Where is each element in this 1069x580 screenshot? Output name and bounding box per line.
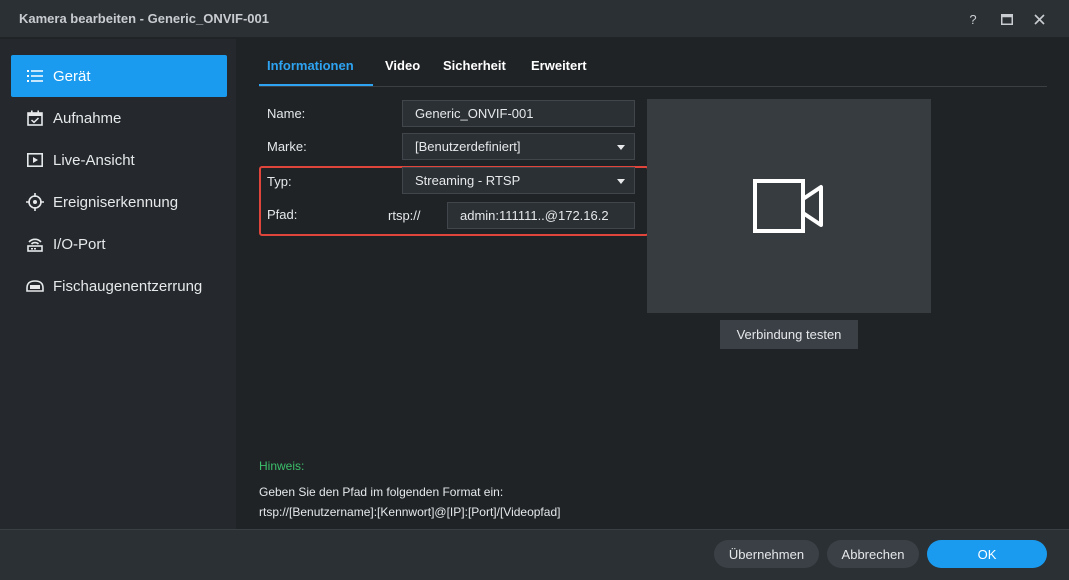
sidebar-item-io-port[interactable]: I/O-Port xyxy=(11,223,227,265)
sidebar-item-fischaugenentzerrung[interactable]: Fischaugenentzerrung xyxy=(11,265,227,307)
hint-text-line1: Geben Sie den Pfad im folgenden Format e… xyxy=(259,485,504,499)
chevron-down-icon xyxy=(617,145,625,150)
sidebar-item-live-ansicht[interactable]: Live-Ansicht xyxy=(11,139,227,181)
maximize-button[interactable] xyxy=(997,9,1017,29)
tab-erweitert[interactable]: Erweitert xyxy=(531,58,587,73)
camera-preview xyxy=(647,99,931,313)
title-bar: Kamera bearbeiten - Generic_ONVIF-001 ? xyxy=(0,0,1069,38)
type-select-value: Streaming - RTSP xyxy=(415,173,521,188)
brand-select[interactable]: [Benutzerdefiniert] xyxy=(402,133,635,160)
sidebar: Gerät Aufnahme Live-Ansicht Ereigniserke… xyxy=(0,39,236,529)
type-select[interactable]: Streaming - RTSP xyxy=(402,167,635,194)
close-icon xyxy=(1033,13,1045,25)
sidebar-item-label: Fischaugenentzerrung xyxy=(53,277,203,295)
path-label: Pfad: xyxy=(267,207,298,222)
video-camera-icon xyxy=(753,179,823,233)
play-icon xyxy=(25,150,45,170)
sidebar-item-label: Ereigniserkennung xyxy=(53,193,179,211)
list-icon xyxy=(25,66,45,86)
crosshair-icon xyxy=(25,192,45,212)
brand-select-value: [Benutzerdefiniert] xyxy=(415,139,521,154)
name-label: Name: xyxy=(267,106,306,121)
test-connection-button[interactable]: Verbindung testen xyxy=(720,320,858,349)
close-button[interactable] xyxy=(1029,9,1049,29)
calendar-icon xyxy=(25,108,45,128)
sidebar-item-label: Live-Ansicht xyxy=(53,151,135,169)
sidebar-item-geraet[interactable]: Gerät xyxy=(11,55,227,97)
path-input[interactable]: admin:111111..@172.16.2 xyxy=(447,202,635,229)
path-prefix: rtsp:// xyxy=(388,208,421,223)
sidebar-item-ereigniserkennung[interactable]: Ereigniserkennung xyxy=(11,181,227,223)
hint-text-line2: rtsp://[Benutzername]:[Kennwort]@[IP]:[P… xyxy=(259,505,561,519)
hint-title: Hinweis: xyxy=(259,459,305,473)
chevron-down-icon xyxy=(617,179,625,184)
apply-button[interactable]: Übernehmen xyxy=(714,540,819,568)
help-button[interactable]: ? xyxy=(963,9,983,29)
tab-video[interactable]: Video xyxy=(385,58,420,73)
sidebar-item-label: Aufnahme xyxy=(53,109,122,127)
sidebar-item-aufnahme[interactable]: Aufnahme xyxy=(11,97,227,139)
fisheye-icon xyxy=(25,276,45,296)
cancel-button[interactable]: Abbrechen xyxy=(827,540,919,568)
tab-informationen[interactable]: Informationen xyxy=(267,58,354,73)
active-tab-indicator xyxy=(259,84,373,86)
wifi-port-icon xyxy=(25,234,45,254)
type-label: Typ: xyxy=(267,174,292,189)
window-title: Kamera bearbeiten - Generic_ONVIF-001 xyxy=(19,11,269,26)
tab-sicherheit[interactable]: Sicherheit xyxy=(443,58,506,73)
main-content: Informationen Video Sicherheit Erweitert… xyxy=(236,39,1069,529)
footer: Übernehmen Abbrechen OK xyxy=(0,529,1069,580)
sidebar-item-label: Gerät xyxy=(53,67,91,85)
maximize-icon xyxy=(1001,13,1013,25)
sidebar-item-label: I/O-Port xyxy=(53,235,106,253)
tab-bar: Informationen Video Sicherheit Erweitert xyxy=(259,39,1047,87)
name-field[interactable]: Generic_ONVIF-001 xyxy=(402,100,635,127)
ok-button[interactable]: OK xyxy=(927,540,1047,568)
brand-label: Marke: xyxy=(267,139,307,154)
